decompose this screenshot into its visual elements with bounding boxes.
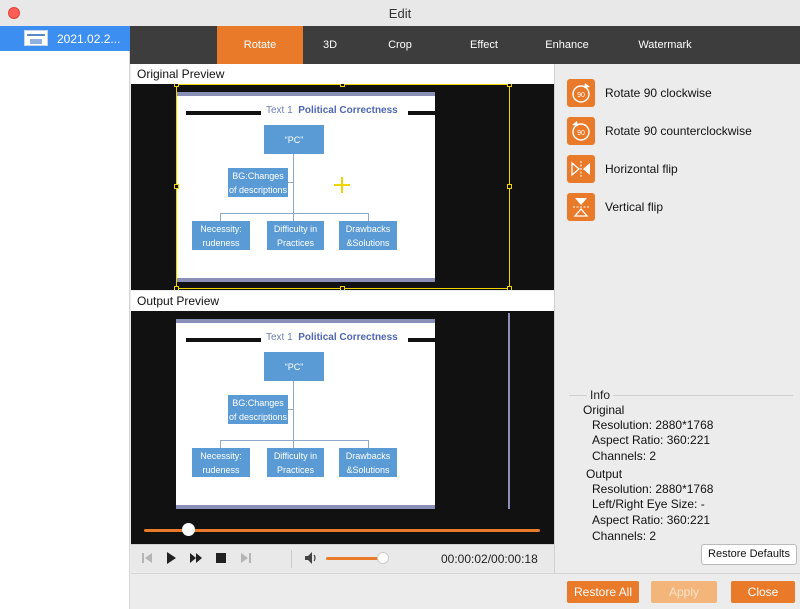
slide-connector [220,440,221,448]
slide-rule-left [186,338,261,342]
output-edge [508,313,510,509]
tab-3d[interactable]: 3D [303,26,357,64]
controls-separator [291,550,292,568]
info-output-eye-size: Left/Right Eye Size: - [592,497,705,511]
slide-connector [293,381,294,448]
stop-icon[interactable] [214,551,228,565]
rotate-panel: 90 Rotate 90 clockwise 90 Rotate 90 coun… [554,64,800,573]
slide-box-drawbacks: Drawbacks &Solutions [339,448,397,477]
progress-thumb[interactable] [181,523,195,536]
previous-icon[interactable] [140,551,154,565]
crop-handle-bottom[interactable] [340,286,345,290]
svg-text:90: 90 [577,130,585,137]
slide-heading: Text 1 Political Correctness [266,332,398,343]
volume-thumb[interactable] [377,552,389,564]
output-preview-label: Output Preview [131,291,554,311]
slide-rule-right [408,338,435,342]
file-list-item[interactable]: 2021.02.2... [0,26,130,51]
vertical-flip-button[interactable]: Vertical flip [567,192,663,222]
restore-all-button[interactable]: Restore All [567,581,639,603]
file-name: 2021.02.2... [57,32,121,46]
rotate-cw-90-icon: 90 [567,79,595,107]
next-icon[interactable] [239,551,253,565]
tab-bar: Rotate 3D Crop Effect Enhance Watermark [130,26,800,64]
slide-box-necessity: Necessity: rudeness [192,448,250,477]
crosshair-icon [334,177,350,193]
window-title: Edit [388,6,412,21]
crop-handle-bottom-left[interactable] [174,286,179,290]
horizontal-flip-label: Horizontal flip [605,162,678,176]
crop-handle-top-right[interactable] [507,84,512,87]
info-output-heading: Output [586,467,623,481]
info-output-channels: Channels: 2 [592,529,657,543]
playback-controls: 00:00:02/00:00:18 [131,544,554,572]
info-original-heading: Original [583,403,625,417]
svg-text:90: 90 [577,92,585,99]
rotate-counterclockwise-label: Rotate 90 counterclockwise [605,124,752,138]
footer-bar: Restore All Apply Close [131,573,800,609]
output-slide: Text 1 Political Correctness “PC” BG:Cha… [176,319,435,509]
info-output-aspect: Aspect Ratio: 360:221 [592,513,711,527]
slide-connector [288,409,294,410]
slide-box-background: BG:Changes of descriptions [228,395,288,424]
tab-watermark[interactable]: Watermark [609,26,721,64]
rotate-ccw-90-icon: 90 [567,117,595,145]
info-output-resolution: Resolution: 2880*1768 [592,482,714,496]
apply-button[interactable]: Apply [651,581,717,603]
vertical-flip-label: Vertical flip [605,200,664,214]
horizontal-flip-icon [567,155,595,183]
slide-box-difficulty: Difficulty in Practices [267,448,324,477]
crop-handle-left[interactable] [174,184,179,189]
rotate-clockwise-button[interactable]: 90 Rotate 90 clockwise [567,78,712,108]
output-preview: Text 1 Political Correctness “PC” BG:Cha… [131,311,554,516]
original-preview[interactable]: Text 1 Political Correctness “PC” BG:Cha… [131,84,554,290]
play-icon[interactable] [164,551,178,565]
close-button[interactable]: Close [731,581,795,603]
tab-crop[interactable]: Crop [357,26,443,64]
crop-handle-right[interactable] [507,184,512,189]
tab-effect[interactable]: Effect [443,26,525,64]
rotate-clockwise-label: Rotate 90 clockwise [605,86,712,100]
info-original-channels: Channels: 2 [592,449,657,463]
original-preview-label: Original Preview [131,64,554,84]
rotate-counterclockwise-button[interactable]: 90 Rotate 90 counterclockwise [567,116,752,146]
file-thumbnail [24,30,48,46]
volume-icon[interactable] [304,551,318,565]
tab-rotate[interactable]: Rotate [217,26,303,64]
title-bar: Edit [0,0,800,26]
horizontal-flip-button[interactable]: Horizontal flip [567,154,678,184]
fast-forward-icon[interactable] [189,551,203,565]
crop-handle-top-left[interactable] [174,84,179,87]
slide-box-pc: “PC” [264,352,324,381]
timeline[interactable] [131,516,554,544]
tab-enhance[interactable]: Enhance [525,26,609,64]
crop-handle-bottom-right[interactable] [507,286,512,290]
vertical-flip-icon [567,193,595,221]
file-list-sidebar: 2021.02.2... [0,26,130,609]
slide-connector [368,440,369,448]
crop-handle-top[interactable] [340,84,345,87]
time-display: 00:00:02/00:00:18 [441,552,538,566]
info-original-resolution: Resolution: 2880*1768 [592,418,714,432]
info-group: Info Original Resolution: 2880*1768 Aspe… [569,388,793,543]
progress-track[interactable] [144,529,540,532]
slide-connector [220,440,368,441]
restore-defaults-button[interactable]: Restore Defaults [701,544,797,565]
info-original-aspect: Aspect Ratio: 360:221 [592,433,711,447]
info-title: Info [587,388,614,402]
